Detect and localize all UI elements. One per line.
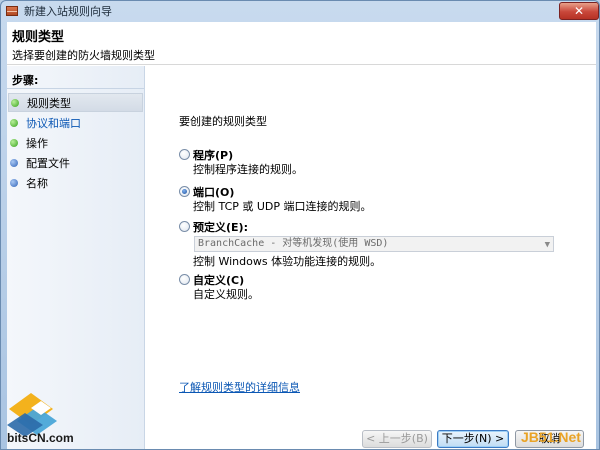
predefined-option-desc: 控制 Windows 体验功能连接的规则。	[193, 255, 382, 268]
wizard-header: 规则类型 选择要创建的防火墙规则类型	[7, 22, 596, 65]
sidebar-item-label: 配置文件	[26, 156, 70, 170]
step-bullet-icon	[10, 158, 18, 167]
step-bullet-icon	[10, 118, 18, 127]
sidebar-item-profile[interactable]: 配置文件	[8, 153, 143, 172]
rule-type-prompt: 要创建的规则类型	[179, 115, 267, 128]
custom-radio[interactable]	[179, 274, 190, 285]
watermark-right: JB51.Net	[521, 429, 581, 445]
predefined-select-value: BranchCache - 对等机发现(使用 WSD)	[198, 238, 389, 249]
step-bullet-icon	[10, 138, 18, 147]
step-bullet-icon	[11, 98, 19, 107]
watermark-left: bitsCN.com	[7, 431, 74, 445]
back-button[interactable]: < 上一步(B)	[362, 430, 432, 448]
sidebar-item-label: 协议和端口	[26, 116, 81, 130]
next-button[interactable]: 下一步(N) >	[437, 430, 509, 448]
sidebar-item-protocol-ports[interactable]: 协议和端口	[8, 113, 143, 132]
page-title: 规则类型	[12, 30, 65, 45]
sidebar-item-label: 操作	[26, 136, 48, 150]
predefined-option-label[interactable]: 预定义(E):	[193, 219, 248, 235]
wizard-window: 新建入站规则向导 ✕ 规则类型 选择要创建的防火墙规则类型 步骤: 规则类型 协…	[0, 0, 600, 450]
sidebar-item-label: 规则类型	[27, 96, 71, 110]
close-button[interactable]: ✕	[559, 2, 599, 20]
window-title: 新建入站规则向导	[24, 5, 112, 18]
predefined-select[interactable]: BranchCache - 对等机发现(使用 WSD) ▼	[194, 236, 554, 252]
steps-label: 步骤:	[12, 74, 39, 87]
main-content: 要创建的规则类型 程序(P) 控制程序连接的规则。 端口(O) 控制 TCP 或…	[146, 66, 596, 449]
port-radio[interactable]	[179, 186, 190, 197]
wizard-client: 规则类型 选择要创建的防火墙规则类型 步骤: 规则类型 协议和端口 操作 配置文…	[7, 22, 596, 449]
steps-divider	[7, 88, 144, 89]
sidebar-item-rule-type[interactable]: 规则类型	[8, 93, 143, 112]
firewall-icon	[5, 4, 19, 18]
sidebar-item-action[interactable]: 操作	[8, 133, 143, 152]
sidebar-item-label: 名称	[26, 176, 48, 190]
title-bar[interactable]: 新建入站规则向导 ✕	[1, 1, 599, 21]
program-radio[interactable]	[179, 149, 190, 160]
chevron-down-icon[interactable]: ▼	[545, 238, 550, 252]
program-option-desc: 控制程序连接的规则。	[193, 163, 303, 176]
port-option-desc: 控制 TCP 或 UDP 端口连接的规则。	[193, 200, 372, 213]
learn-more-link[interactable]: 了解规则类型的详细信息	[179, 379, 300, 395]
sidebar-item-name[interactable]: 名称	[8, 173, 143, 192]
step-bullet-icon	[10, 178, 18, 187]
custom-option-desc: 自定义规则。	[193, 288, 259, 301]
page-subtitle: 选择要创建的防火墙规则类型	[12, 49, 155, 62]
predefined-radio[interactable]	[179, 221, 190, 232]
